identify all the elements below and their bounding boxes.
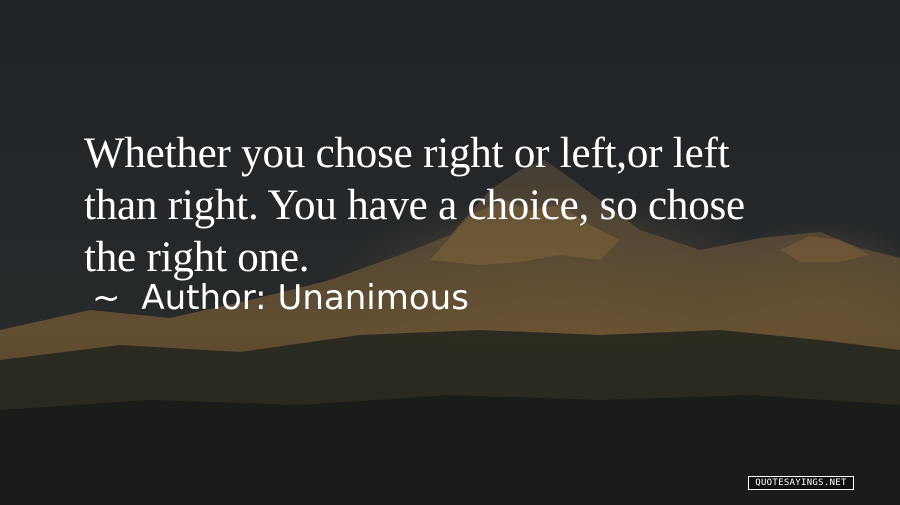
tilde-glyph: ~ [92, 278, 121, 318]
quote-line: than right. You have a choice, so chose [84, 182, 745, 229]
author-prefix: Author: [141, 278, 267, 318]
author-attribution: ~ Author: Unanimous [92, 276, 469, 320]
watermark-logo: QUOTESAYINGS.NET [748, 476, 854, 490]
quote-text: Whether you chose right or left,or left … [84, 128, 844, 284]
quote-card: Whether you chose right or left,or left … [0, 0, 900, 505]
author-name: Unanimous [277, 278, 469, 318]
quote-line: Whether you chose right or left,or left [84, 130, 730, 177]
